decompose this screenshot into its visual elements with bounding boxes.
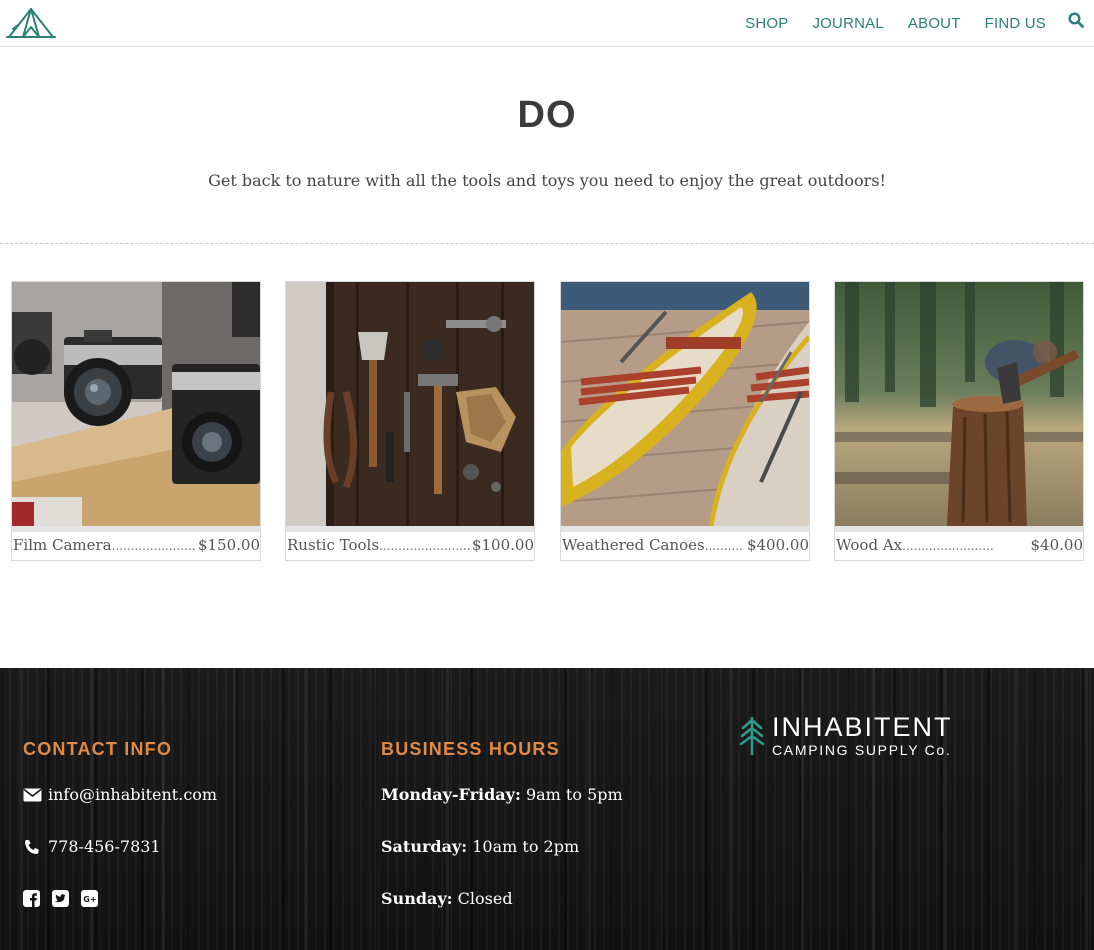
product-name: Wood Ax — [836, 536, 903, 554]
brand-name: INHABITENT — [772, 712, 953, 742]
hours-day: Monday-Friday: — [381, 785, 521, 804]
footer-brand-logo[interactable]: INHABITENT CAMPING SUPPLY Co. — [739, 712, 979, 762]
site-header: SHOP JOURNAL ABOUT FIND US — [0, 0, 1094, 47]
svg-text:G+: G+ — [83, 895, 96, 904]
product-info: Wood Ax ........................ $40.00 — [836, 536, 1083, 558]
product-name: Weathered Canoes — [562, 536, 705, 554]
nav-shop[interactable]: SHOP — [745, 15, 788, 32]
nav-about[interactable]: ABOUT — [908, 15, 961, 32]
phone-text[interactable]: 778-456-7831 — [48, 837, 161, 856]
hours-row-sunday: Sunday: Closed — [381, 889, 513, 908]
product-card-rustic-tools[interactable]: Rustic Tools ........................ $1… — [285, 281, 535, 561]
product-info: Rustic Tools ........................ $1… — [287, 536, 534, 558]
hours-row-weekdays: Monday-Friday: 9am to 5pm — [381, 785, 623, 804]
hours-day: Sunday: — [381, 889, 453, 908]
hours-row-saturday: Saturday: 10am to 2pm — [381, 837, 579, 856]
pine-tree-icon — [739, 716, 765, 760]
hours-day: Saturday: — [381, 837, 468, 856]
facebook-icon[interactable] — [23, 890, 40, 907]
product-card-weathered-canoes[interactable]: Weathered Canoes .......... $400.00 — [560, 281, 810, 561]
image-strip — [12, 526, 260, 532]
contact-email[interactable]: info@inhabitent.com — [23, 785, 217, 804]
product-name: Film Camera — [13, 536, 112, 554]
product-price: $100.00 — [471, 536, 534, 554]
product-card-wood-ax[interactable]: Wood Ax ........................ $40.00 — [834, 281, 1084, 561]
leader-dots: ........................ — [902, 539, 994, 553]
google-plus-icon[interactable]: G+ — [81, 890, 98, 907]
image-strip — [561, 526, 809, 532]
wood-ax-photo[interactable] — [835, 282, 1083, 526]
social-links: G+ — [23, 890, 110, 907]
nav-find-us[interactable]: FIND US — [985, 15, 1046, 32]
page-subtitle: Get back to nature with all the tools an… — [208, 171, 886, 190]
product-name: Rustic Tools — [287, 536, 380, 554]
contact-info-heading: CONTACT INFO — [23, 739, 173, 759]
rustic-tools-photo[interactable] — [286, 282, 534, 526]
main-nav: SHOP JOURNAL ABOUT FIND US — [721, 0, 1046, 46]
twitter-icon[interactable] — [52, 890, 69, 907]
product-grid: Film Camera ........................ $15… — [11, 281, 1085, 562]
product-price: $150.00 — [197, 536, 260, 554]
email-text[interactable]: info@inhabitent.com — [48, 785, 217, 804]
leader-dots: .......... — [704, 539, 743, 553]
product-price: $400.00 — [746, 536, 809, 554]
site-footer: CONTACT INFO info@inhabitent.com 778-456… — [0, 668, 1094, 950]
product-info: Weathered Canoes .......... $400.00 — [562, 536, 809, 558]
image-strip — [835, 526, 1083, 532]
leader-dots: ........................ — [111, 539, 196, 553]
brand-tagline: CAMPING SUPPLY Co. — [772, 742, 952, 758]
hours-time: 10am to 2pm — [472, 837, 580, 856]
product-info: Film Camera ........................ $15… — [13, 536, 260, 558]
product-card-film-camera[interactable]: Film Camera ........................ $15… — [11, 281, 261, 561]
film-cameras-photo[interactable] — [12, 282, 260, 526]
tent-logo-icon[interactable] — [6, 5, 56, 39]
business-hours-heading: BUSINESS HOURS — [381, 739, 560, 759]
hours-time: 9am to 5pm — [525, 785, 623, 804]
leader-dots: ........................ — [379, 539, 470, 553]
section-divider — [0, 243, 1094, 244]
page-title: DO — [517, 94, 577, 136]
nav-journal[interactable]: JOURNAL — [812, 15, 883, 32]
hours-time: Closed — [457, 889, 513, 908]
phone-icon — [23, 839, 42, 855]
contact-phone[interactable]: 778-456-7831 — [23, 837, 161, 856]
search-icon[interactable] — [1068, 12, 1084, 28]
envelope-icon — [23, 787, 42, 803]
weathered-canoes-photo[interactable] — [561, 282, 809, 526]
product-price: $40.00 — [1030, 536, 1084, 554]
image-strip — [286, 526, 534, 532]
